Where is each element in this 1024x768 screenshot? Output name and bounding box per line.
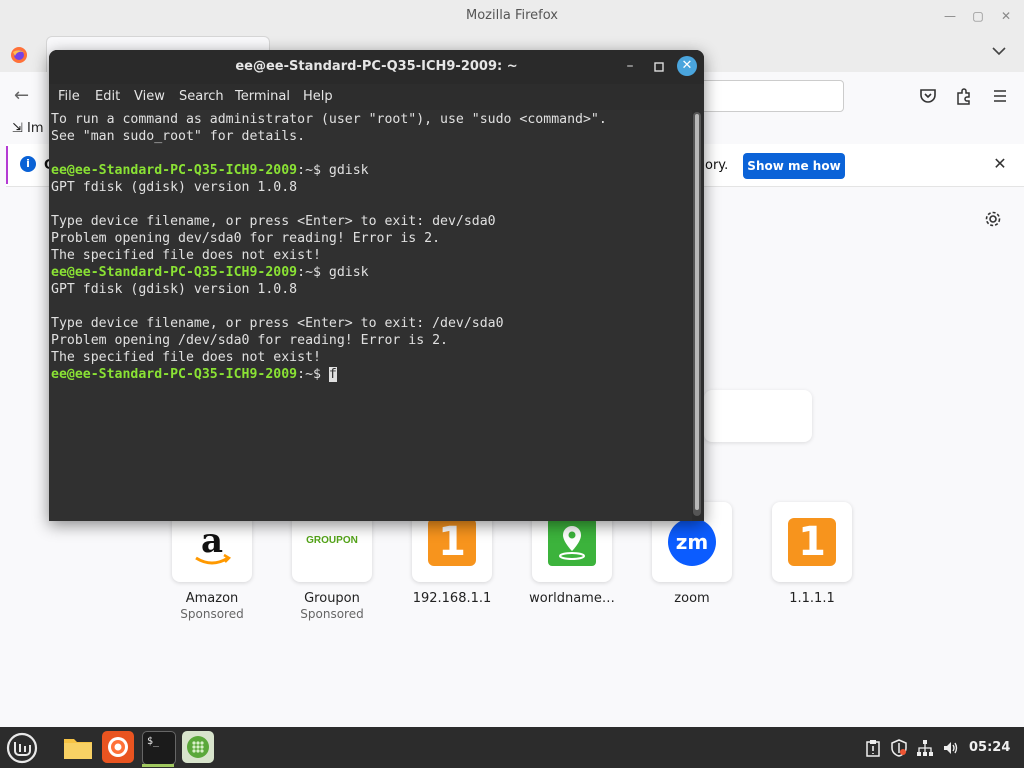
menu-edit[interactable]: Edit	[95, 89, 120, 104]
terminal-title: ee@ee-Standard-PC-Q35-ICH9-2009: ~	[235, 59, 518, 74]
terminal-line: ee@ee-Standard-PC-Q35-ICH9-2009:~$ f	[51, 367, 337, 382]
calculator-taskbar-icon[interactable]	[182, 731, 214, 763]
terminal-prompt: ee@ee-Standard-PC-Q35-ICH9-2009	[51, 265, 298, 280]
groupon-logo-icon: GROUPON	[306, 535, 358, 546]
back-arrow-icon[interactable]: ←	[14, 86, 34, 106]
firefox-close-button[interactable]: ✕	[998, 8, 1014, 24]
terminal-output: To run a command as administrator (user …	[51, 111, 607, 383]
menu-hamburger-icon[interactable]	[990, 86, 1010, 106]
menu-file[interactable]: File	[58, 89, 80, 104]
menu-help[interactable]: Help	[303, 89, 333, 104]
mint-menu-icon[interactable]	[6, 732, 38, 764]
terminal-line: Problem opening /dev/sda0 for reading! E…	[51, 333, 448, 348]
active-app-indicator	[142, 764, 174, 767]
menu-search[interactable]: Search	[179, 89, 224, 104]
firefox-taskbar-icon[interactable]	[102, 731, 134, 763]
clipboard-tray-icon[interactable]	[864, 739, 882, 757]
files-folder-icon[interactable]	[62, 731, 94, 763]
volume-tray-icon[interactable]	[942, 739, 960, 757]
menu-terminal[interactable]: Terminal	[235, 89, 290, 104]
menu-view[interactable]: View	[134, 89, 165, 104]
terminal-line: ee@ee-Standard-PC-Q35-ICH9-2009:~$ gdisk	[51, 163, 369, 178]
top-site-label: Amazon	[185, 591, 239, 606]
orange-one-icon: 1	[428, 518, 476, 566]
terminal-line: Problem opening dev/sda0 for reading! Er…	[51, 231, 441, 246]
terminal-prompt: ee@ee-Standard-PC-Q35-ICH9-2009	[51, 367, 298, 382]
top-site-label: worldname…	[529, 591, 615, 606]
tab-list-chevron-icon[interactable]	[992, 44, 1014, 62]
notification-text-end: ory.	[705, 158, 729, 173]
top-site-sponsored-label: Sponsored	[180, 607, 244, 621]
terminal-window[interactable]: ee@ee-Standard-PC-Q35-ICH9-2009: ~ – ✕ F…	[49, 50, 704, 521]
notification-accent-bar	[6, 146, 8, 184]
import-bookmarks-label: Im	[27, 121, 44, 136]
firefox-maximize-button[interactable]: ▢	[970, 8, 986, 24]
newtab-card[interactable]	[704, 390, 812, 442]
terminal-line: Type device filename, or press <Enter> t…	[51, 316, 504, 331]
terminal-line: See "man sudo_root" for details.	[51, 129, 306, 144]
top-site-1-1-1-1[interactable]: 1	[772, 502, 852, 582]
terminal-line: GPT fdisk (gdisk) version 1.0.8	[51, 180, 298, 195]
terminal-minimize-button[interactable]: –	[621, 58, 639, 76]
zoom-logo-icon: zm	[668, 518, 716, 566]
top-site-label: zoom	[674, 591, 710, 606]
shield-tray-icon[interactable]	[890, 739, 908, 757]
import-bookmarks-link[interactable]: ⇲ Im	[12, 121, 44, 136]
svg-text:a: a	[201, 521, 223, 561]
terminal-scrollbar-thumb[interactable]	[695, 114, 699, 510]
info-icon: i	[20, 156, 36, 172]
firefox-minimize-button[interactable]: —	[942, 8, 958, 24]
pocket-icon[interactable]	[918, 86, 938, 106]
top-site-sponsored-label: Sponsored	[300, 607, 364, 621]
terminal-line: The specified file does not exist!	[51, 248, 321, 263]
terminal-maximize-button[interactable]	[650, 58, 668, 76]
clock[interactable]: 05:24	[969, 740, 1010, 755]
firefox-window-title: Mozilla Firefox	[466, 8, 558, 23]
terminal-cursor: f	[328, 367, 337, 382]
orange-one-icon: 1	[788, 518, 836, 566]
network-tray-icon[interactable]	[916, 739, 934, 757]
terminal-prompt: ee@ee-Standard-PC-Q35-ICH9-2009	[51, 163, 298, 178]
terminal-line: GPT fdisk (gdisk) version 1.0.8	[51, 282, 298, 297]
terminal-line: ee@ee-Standard-PC-Q35-ICH9-2009:~$ gdisk	[51, 265, 369, 280]
notification-close-icon[interactable]: ✕	[992, 154, 1008, 173]
show-me-how-button[interactable]: Show me how	[743, 153, 845, 179]
terminal-line: To run a command as administrator (user …	[51, 112, 607, 127]
url-bar[interactable]	[700, 80, 844, 112]
gear-icon[interactable]	[984, 210, 1002, 228]
terminal-line: The specified file does not exist!	[51, 350, 321, 365]
top-site-label: 192.168.1.1	[412, 591, 492, 606]
terminal-line: Type device filename, or press <Enter> t…	[51, 214, 496, 229]
terminal-taskbar-icon[interactable]: $_	[142, 731, 176, 765]
top-site-label: 1.1.1.1	[789, 591, 835, 606]
firefox-icon[interactable]	[10, 46, 28, 64]
top-site-label: Groupon	[304, 591, 360, 606]
terminal-close-button[interactable]: ✕	[677, 56, 697, 76]
extensions-icon[interactable]	[954, 86, 974, 106]
